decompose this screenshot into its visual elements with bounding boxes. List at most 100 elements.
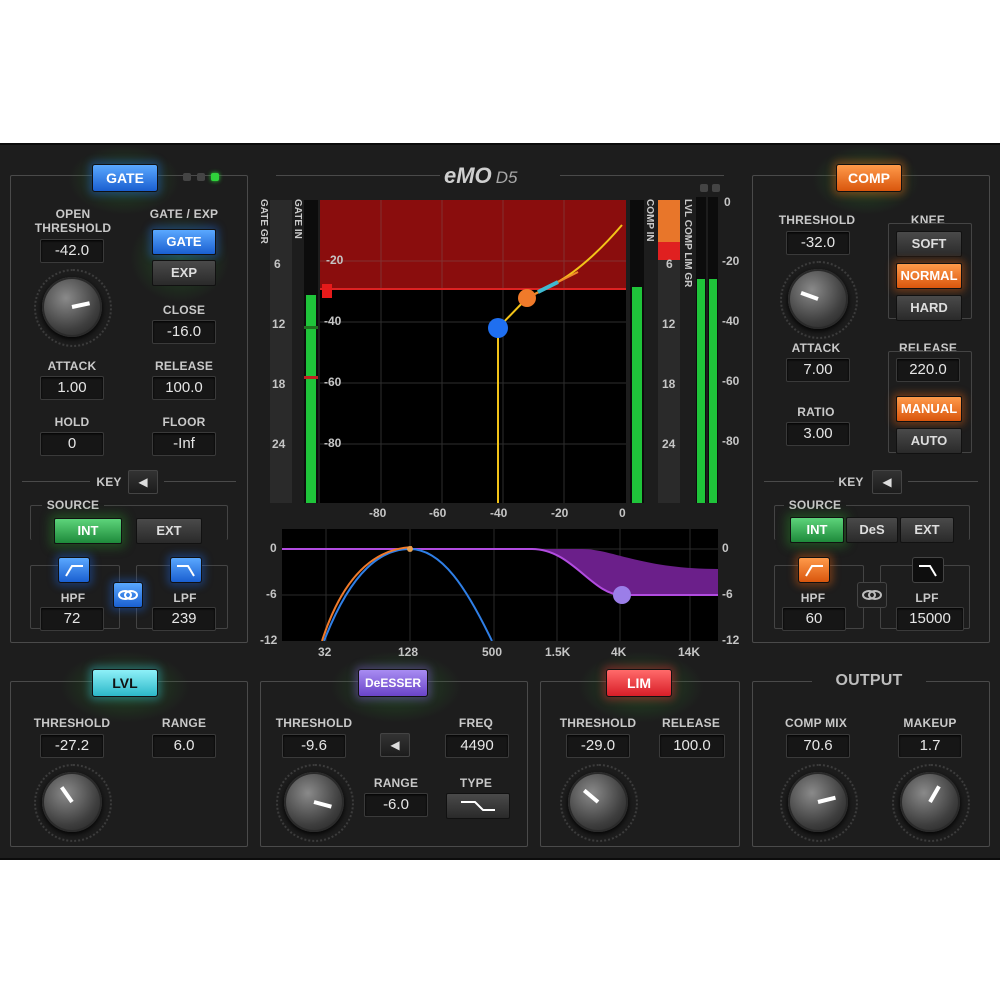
desser-type-button[interactable] bbox=[446, 793, 510, 819]
comp-threshold-knob[interactable] bbox=[788, 269, 848, 329]
comp-src-ext-button[interactable]: EXT bbox=[900, 517, 954, 543]
comp-src-des-button[interactable]: DeS bbox=[846, 517, 898, 543]
hold-value[interactable]: 0 bbox=[40, 432, 104, 456]
lvl-comp-lim-gr-meter bbox=[658, 200, 680, 503]
gate-filter-link-button[interactable] bbox=[113, 582, 143, 608]
lim-threshold-value[interactable]: -29.0 bbox=[566, 734, 630, 758]
desser-listen-button[interactable]: ◀ bbox=[380, 733, 410, 757]
brand-logo: eMO D5 bbox=[444, 163, 518, 188]
ratio-label: RATIO bbox=[797, 405, 835, 419]
emo-d5-plugin-window: GATE OPEN THRESHOLD -42.0 GATE / EXP GAT… bbox=[0, 143, 1000, 860]
eq-y-tick-right: 0 bbox=[722, 541, 729, 555]
gate-led-3 bbox=[211, 173, 219, 181]
comp-in-meter bbox=[630, 200, 644, 503]
lim-release-label: RELEASE bbox=[661, 716, 721, 730]
output-meter-left bbox=[696, 197, 706, 503]
lvl-comp-lim-gr-title: LVL COMP LIM GR bbox=[682, 199, 693, 288]
comp-threshold-label: THRESHOLD bbox=[778, 213, 856, 227]
lim-module-button[interactable]: LIM bbox=[606, 669, 672, 697]
gate-key-label: KEY bbox=[96, 475, 122, 489]
comp-src-int-button[interactable]: INT bbox=[790, 517, 844, 543]
gate-gr-tick: 6 bbox=[274, 257, 281, 271]
gate-lpf-shape-button[interactable] bbox=[170, 557, 202, 583]
gate-gr-tick: 18 bbox=[272, 377, 286, 391]
gate-module-button[interactable]: GATE bbox=[92, 164, 158, 192]
comp-gr-tick: 6 bbox=[666, 257, 673, 271]
lim-release-value[interactable]: 100.0 bbox=[659, 734, 725, 758]
open-threshold-value[interactable]: -42.0 bbox=[40, 239, 104, 263]
ratio-value[interactable]: 3.00 bbox=[786, 422, 850, 446]
lvl-module-button[interactable]: LVL bbox=[92, 669, 158, 697]
comp-threshold-value[interactable]: -32.0 bbox=[786, 231, 850, 255]
comp-in-title: COMP IN bbox=[644, 199, 655, 242]
lvl-threshold-label: THRESHOLD bbox=[33, 716, 111, 730]
desser-module-button[interactable]: DeESSER bbox=[358, 669, 428, 697]
knee-soft-button[interactable]: SOFT bbox=[896, 231, 962, 257]
sidechain-filter-graph[interactable] bbox=[282, 529, 718, 641]
exp-mode-button[interactable]: EXP bbox=[152, 260, 216, 286]
eq-y-tick-left: -12 bbox=[260, 633, 278, 647]
makeup-value[interactable]: 1.7 bbox=[898, 734, 962, 758]
output-meter-right bbox=[708, 197, 718, 503]
desser-range-value[interactable]: -6.0 bbox=[364, 793, 428, 817]
output-meter-tick: -20 bbox=[722, 254, 740, 268]
comp-key-listen-button[interactable]: ◀ bbox=[872, 470, 902, 494]
comp-attack-value[interactable]: 7.00 bbox=[786, 358, 850, 382]
gate-attack-label: ATTACK bbox=[47, 359, 97, 373]
gate-src-int-button[interactable]: INT bbox=[54, 518, 122, 544]
gate-hpf-label: HPF bbox=[60, 591, 86, 605]
comp-hpf-value[interactable]: 60 bbox=[782, 607, 846, 631]
transfer-y-tick: -40 bbox=[324, 314, 342, 328]
lim-threshold-knob[interactable] bbox=[568, 772, 628, 832]
output-meter-tick: -40 bbox=[722, 314, 740, 328]
gate-key-listen-button[interactable]: ◀ bbox=[128, 470, 158, 494]
comp-hpf-label: HPF bbox=[800, 591, 826, 605]
lvl-range-value[interactable]: 6.0 bbox=[152, 734, 216, 758]
floor-value[interactable]: -Inf bbox=[152, 432, 216, 456]
gate-gr-tick: 24 bbox=[272, 437, 286, 451]
makeup-knob[interactable] bbox=[900, 772, 960, 832]
desser-threshold-knob[interactable] bbox=[284, 772, 344, 832]
gate-mode-button[interactable]: GATE bbox=[152, 229, 216, 255]
comp-release-value[interactable]: 220.0 bbox=[896, 358, 960, 382]
knee-normal-button[interactable]: NORMAL bbox=[896, 263, 962, 289]
comp-mix-knob[interactable] bbox=[788, 772, 848, 832]
transfer-x-tick: -20 bbox=[551, 506, 569, 520]
gate-hpf-shape-button[interactable] bbox=[58, 557, 90, 583]
gate-attack-value[interactable]: 1.00 bbox=[40, 376, 104, 400]
gate-in-meter bbox=[304, 200, 318, 503]
gate-release-value[interactable]: 100.0 bbox=[152, 376, 216, 400]
open-threshold-knob[interactable] bbox=[42, 277, 102, 337]
comp-gr-tick: 24 bbox=[662, 437, 676, 451]
comp-gr-tick: 12 bbox=[662, 317, 676, 331]
release-manual-button[interactable]: MANUAL bbox=[896, 396, 962, 422]
comp-lpf-shape-button[interactable] bbox=[912, 557, 944, 583]
comp-module-button[interactable]: COMP bbox=[836, 164, 902, 192]
release-auto-button[interactable]: AUTO bbox=[896, 428, 962, 454]
knee-hard-button[interactable]: HARD bbox=[896, 295, 962, 321]
gate-hpf-value[interactable]: 72 bbox=[40, 607, 104, 631]
close-value[interactable]: -16.0 bbox=[152, 320, 216, 344]
gate-lpf-value[interactable]: 239 bbox=[152, 607, 216, 631]
comp-hpf-shape-button[interactable] bbox=[798, 557, 830, 583]
comp-mix-value[interactable]: 70.6 bbox=[786, 734, 850, 758]
comp-attack-label: ATTACK bbox=[791, 341, 841, 355]
transfer-y-tick: -80 bbox=[324, 436, 342, 450]
makeup-label: MAKEUP bbox=[903, 716, 957, 730]
output-meter-tick: -80 bbox=[722, 434, 740, 448]
comp-key-label: KEY bbox=[838, 475, 864, 489]
comp-filter-link-button[interactable] bbox=[857, 582, 887, 608]
floor-label: FLOOR bbox=[162, 415, 206, 429]
lvl-threshold-value[interactable]: -27.2 bbox=[40, 734, 104, 758]
gate-gr-title: GATE GR bbox=[258, 199, 269, 244]
gate-led-2 bbox=[197, 173, 205, 181]
transfer-curve-graph[interactable]: -20 -40 -60 -80 bbox=[320, 200, 626, 503]
transfer-y-tick: -20 bbox=[326, 253, 344, 267]
gate-src-ext-button[interactable]: EXT bbox=[136, 518, 202, 544]
eq-y-tick-right: -6 bbox=[722, 587, 733, 601]
lvl-threshold-knob[interactable] bbox=[42, 772, 102, 832]
desser-threshold-value[interactable]: -9.6 bbox=[282, 734, 346, 758]
comp-lpf-value[interactable]: 15000 bbox=[896, 607, 964, 631]
desser-freq-value[interactable]: 4490 bbox=[445, 734, 509, 758]
gate-release-label: RELEASE bbox=[154, 359, 214, 373]
